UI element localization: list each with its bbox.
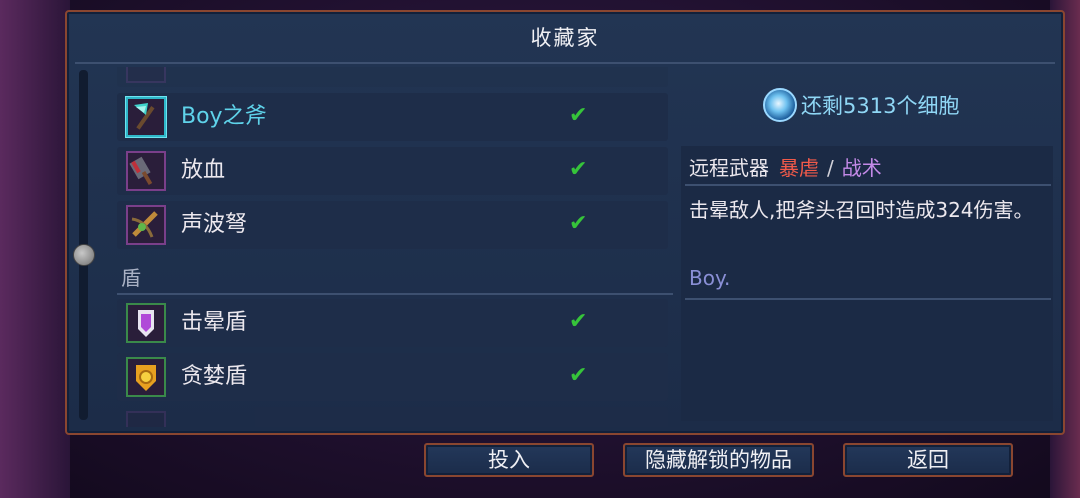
category-divider (117, 293, 673, 295)
detail-panel: 还剩5313个细胞 远程武器 暴虐 / 战术 击晕敌人,把斧头召回时造成324伤害。 … (681, 76, 1055, 421)
cells-remaining-text: 还剩5313个细胞 (801, 94, 960, 118)
description-box: 远程武器 暴虐 / 战术 击晕敌人,把斧头召回时造成324伤害。 Boy. (681, 146, 1053, 421)
invest-button[interactable]: 投入 (424, 443, 594, 477)
category-header-shield: 盾 (121, 266, 141, 290)
partial-item-icon (126, 67, 166, 83)
purple-shield-icon (126, 303, 166, 343)
background-left (0, 0, 70, 498)
list-item-partial[interactable] (117, 407, 668, 427)
divider (75, 62, 1055, 64)
list-item-boy-axe[interactable]: Boy之斧 ✔ (117, 93, 668, 141)
tactics-tag: 战术 (841, 156, 882, 180)
flavor-text: Boy. (689, 266, 731, 290)
item-description: 击晕敌人,把斧头召回时造成324伤害。 (689, 198, 1034, 222)
list-item-sonic-crossbow[interactable]: 声波弩 ✔ (117, 201, 668, 249)
collector-panel: 收藏家 Boy之斧 ✔ 放血 ✔ 声波弩 ✔ 盾 击晕盾 ✔ 贪婪盾 ✔ 还剩5… (65, 10, 1065, 435)
check-icon: ✔ (569, 363, 588, 388)
hide-unlocked-button[interactable]: 隐藏解锁的物品 (623, 443, 814, 477)
scrollbar-handle[interactable] (73, 244, 95, 266)
weapon-type: 远程武器 暴虐 / 战术 (689, 152, 882, 181)
crossbow-icon (126, 205, 166, 245)
back-button[interactable]: 返回 (843, 443, 1013, 477)
weapon-category: 远程武器 (689, 156, 769, 180)
list-item-partial[interactable] (117, 67, 668, 87)
item-list: Boy之斧 ✔ 放血 ✔ 声波弩 ✔ 盾 击晕盾 ✔ 贪婪盾 ✔ (117, 67, 677, 427)
gold-shield-icon (126, 357, 166, 397)
tag-separator: / (827, 156, 834, 180)
item-label: 声波弩 (181, 212, 248, 237)
check-icon: ✔ (569, 211, 588, 236)
list-item-stun-shield[interactable]: 击晕盾 ✔ (117, 299, 668, 347)
item-label: 放血 (181, 158, 226, 183)
list-item-bloodletting[interactable]: 放血 ✔ (117, 147, 668, 195)
check-icon: ✔ (569, 309, 588, 334)
item-label: 贪婪盾 (181, 364, 248, 389)
cell-icon (763, 88, 797, 122)
item-label: 击晕盾 (181, 310, 248, 335)
check-icon: ✔ (569, 103, 588, 128)
list-item-greed-shield[interactable]: 贪婪盾 ✔ (117, 353, 668, 401)
divider (685, 184, 1051, 186)
divider (685, 298, 1051, 300)
cleaver-icon (126, 151, 166, 191)
axe-icon (126, 97, 166, 137)
brutality-tag: 暴虐 (779, 156, 819, 180)
partial-item-icon (126, 411, 166, 427)
item-label: Boy之斧 (181, 104, 267, 129)
check-icon: ✔ (569, 157, 588, 182)
panel-title: 收藏家 (530, 26, 600, 50)
